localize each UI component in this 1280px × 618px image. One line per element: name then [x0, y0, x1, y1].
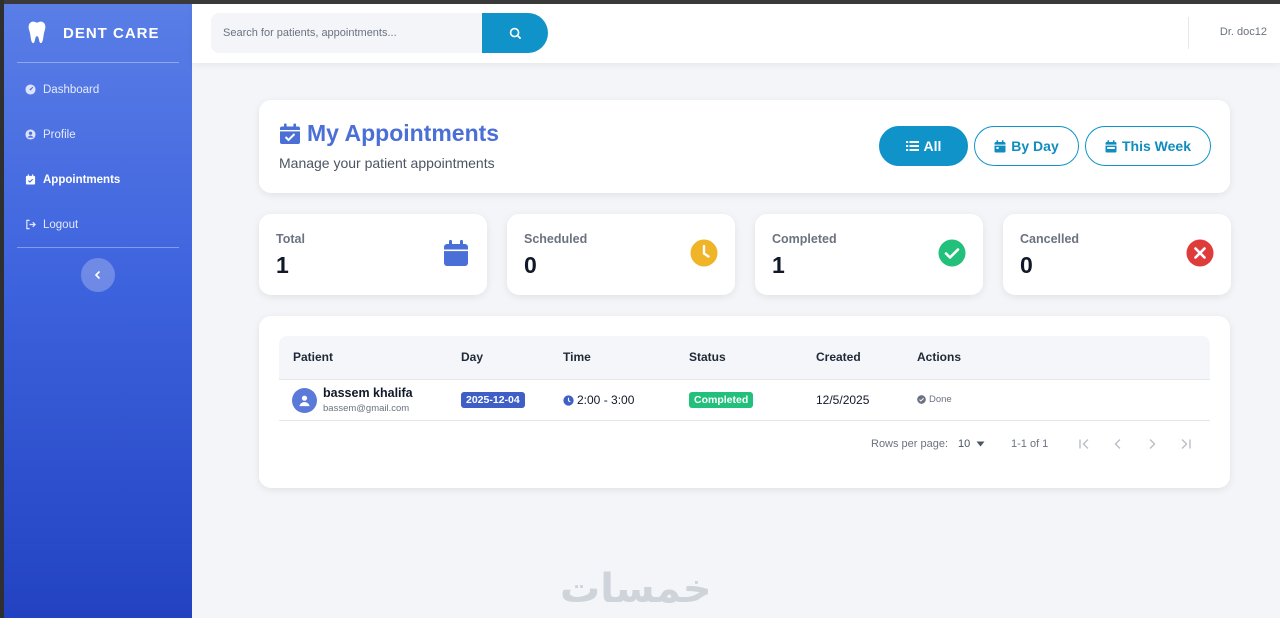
patient-email: bassem@gmail.com: [323, 403, 410, 414]
rows-per-page-value: 10: [958, 438, 971, 450]
chevron-left-icon: [94, 270, 101, 280]
filter-all-button[interactable]: All: [879, 126, 968, 166]
rows-per-page-label: Rows per page:: [871, 438, 949, 450]
time-range: 2:00 - 3:00: [577, 393, 635, 407]
brand[interactable]: DENT CARE: [4, 4, 192, 62]
status-badge: Completed: [689, 392, 754, 408]
sidebar-item-logout[interactable]: Logout: [4, 202, 192, 247]
sidebar-collapse-button[interactable]: [81, 258, 115, 292]
stat-value: 0: [1020, 252, 1033, 278]
filter-this-week-label: This Week: [1122, 138, 1191, 154]
user-circle-icon: [25, 129, 36, 140]
appointments-table-card: Patient Day Time Status Created Actions …: [259, 316, 1230, 488]
column-header-day[interactable]: Day: [461, 350, 483, 364]
top-header: Dr. doc12: [192, 4, 1280, 63]
stat-value: 1: [276, 252, 289, 278]
calendar-icon: [444, 240, 468, 266]
header-divider: [1188, 17, 1189, 49]
next-page-button[interactable]: [1144, 436, 1160, 452]
chevron-right-icon: [1149, 439, 1156, 449]
list-icon: [905, 141, 919, 151]
stat-card-completed: Completed 1: [755, 214, 983, 295]
tooth-icon: [28, 21, 46, 44]
action-done-label: Done: [929, 394, 952, 405]
page-title-text: My Appointments: [307, 120, 500, 146]
stat-label: Completed: [772, 232, 837, 246]
last-page-button[interactable]: [1177, 436, 1193, 452]
previous-page-button[interactable]: [1110, 436, 1126, 452]
sidebar-item-label: Appointments: [43, 173, 121, 186]
filter-all-label: All: [923, 138, 942, 154]
calendar-week-icon: [1105, 139, 1117, 152]
column-header-status[interactable]: Status: [689, 350, 726, 364]
sidebar-item-profile[interactable]: Profile: [4, 112, 192, 157]
sidebar-divider: [17, 247, 179, 248]
stat-value: 0: [524, 252, 537, 278]
page-subtitle: Manage your patient appointments: [279, 155, 495, 171]
chevron-left-icon: [1114, 439, 1121, 449]
logout-icon: [25, 219, 36, 230]
sidebar: DENT CARE Dashboard Profile Appointments: [4, 4, 192, 618]
first-page-button[interactable]: [1076, 436, 1092, 452]
pagination: Rows per page: 10 1-1 of 1: [279, 434, 1210, 454]
search-bar: [211, 13, 548, 53]
clock-icon: [563, 394, 574, 406]
first-page-icon: [1078, 439, 1088, 449]
calendar-icon: [994, 139, 1006, 152]
calendar-check-icon: [25, 174, 36, 185]
filter-by-day-button[interactable]: By Day: [974, 126, 1079, 166]
x-circle-icon: [1186, 239, 1214, 267]
stat-label: Cancelled: [1020, 232, 1080, 246]
sidebar-item-label: Dashboard: [43, 83, 100, 96]
created-date: 12/5/2025: [816, 393, 870, 407]
sidebar-nav: Dashboard Profile Appointments Logout: [4, 63, 192, 247]
table-row[interactable]: bassem khalifa bassem@gmail.com 2025-12-…: [279, 379, 1210, 421]
clock-icon: [690, 239, 718, 267]
column-header-actions: Actions: [917, 350, 962, 364]
brand-name: DENT CARE: [63, 24, 160, 42]
user-icon: [299, 395, 310, 407]
sidebar-item-appointments[interactable]: Appointments: [4, 157, 192, 202]
sidebar-item-label: Logout: [43, 218, 79, 231]
check-circle-icon: [917, 395, 926, 404]
caret-down-icon: [976, 441, 985, 447]
stat-label: Scheduled: [524, 232, 588, 246]
stat-label: Total: [276, 232, 305, 246]
check-circle-icon: [938, 239, 966, 267]
table-header: Patient Day Time Status Created Actions: [279, 336, 1210, 379]
column-header-patient[interactable]: Patient: [293, 350, 333, 364]
sidebar-item-label: Profile: [43, 128, 76, 141]
page-header-card: My Appointments Manage your patient appo…: [259, 100, 1230, 193]
search-input[interactable]: [211, 13, 482, 53]
pagination-range: 1-1 of 1: [1011, 438, 1049, 450]
last-page-icon: [1181, 439, 1191, 449]
watermark: خمسات: [560, 566, 712, 612]
time-cell: 2:00 - 3:00: [563, 393, 634, 407]
column-header-created[interactable]: Created: [816, 350, 861, 364]
filter-this-week-button[interactable]: This Week: [1085, 126, 1211, 166]
stat-value: 1: [772, 252, 785, 278]
sidebar-item-dashboard[interactable]: Dashboard: [4, 67, 192, 112]
search-icon: [509, 27, 521, 39]
day-badge: 2025-12-04: [461, 392, 525, 408]
page-title: My Appointments: [279, 120, 499, 147]
search-button[interactable]: [482, 13, 548, 53]
stat-card-total: Total 1: [259, 214, 487, 295]
rows-per-page-select[interactable]: 10: [958, 438, 985, 450]
stat-card-cancelled: Cancelled 0: [1003, 214, 1231, 295]
action-cell: Done: [917, 394, 952, 405]
user-name[interactable]: Dr. doc12: [1220, 26, 1267, 38]
avatar: [292, 388, 317, 413]
calendar-check-icon: [280, 123, 300, 144]
dashboard-icon: [25, 84, 36, 95]
stat-card-scheduled: Scheduled 0: [507, 214, 735, 295]
filter-by-day-label: By Day: [1011, 138, 1059, 154]
column-header-time[interactable]: Time: [563, 350, 591, 364]
patient-name: bassem khalifa: [323, 386, 413, 400]
